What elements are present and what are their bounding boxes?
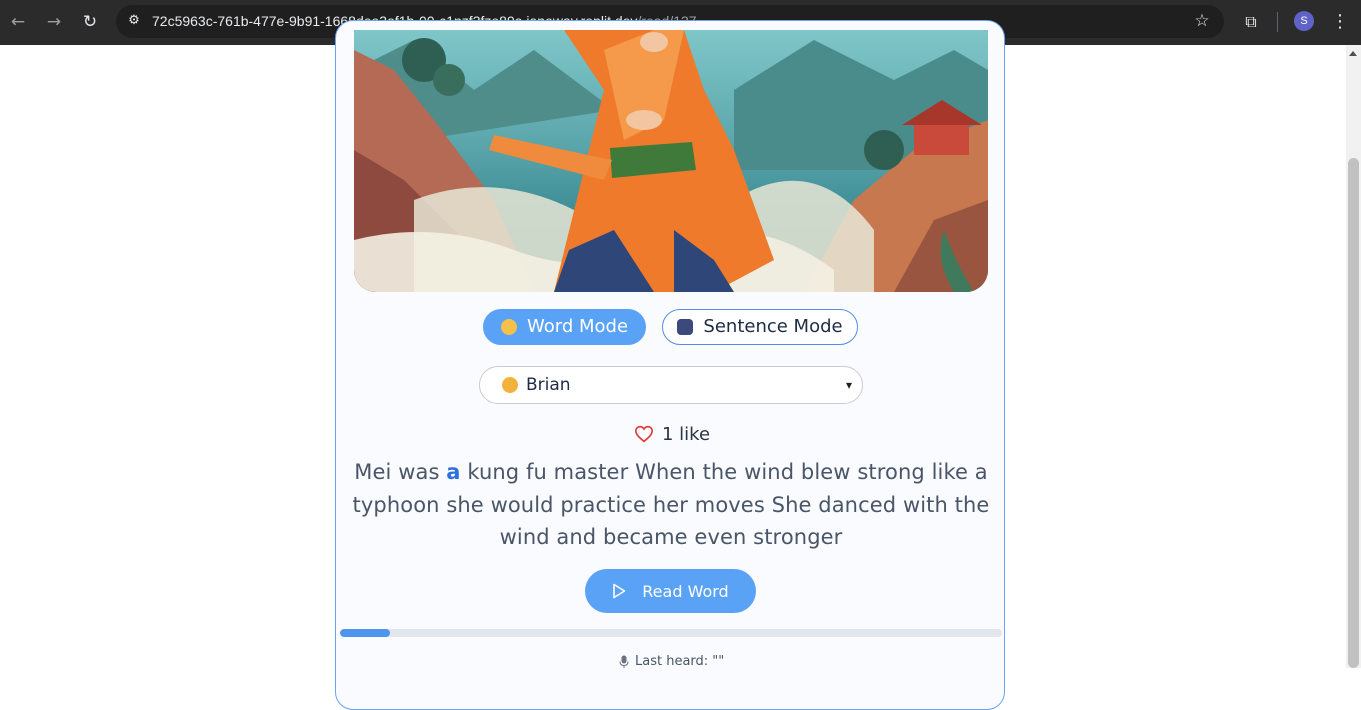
reading-progress-fill bbox=[340, 629, 390, 637]
profile-avatar[interactable]: S bbox=[1294, 11, 1314, 31]
word-mode-label: Word Mode bbox=[526, 316, 629, 337]
heart-icon[interactable] bbox=[634, 425, 654, 443]
star-icon[interactable]: ☆ bbox=[1192, 11, 1212, 31]
like-row: 1 like bbox=[634, 421, 710, 447]
person-in-suit-icon bbox=[677, 319, 694, 335]
last-heard-text: Last heard: "" bbox=[635, 654, 725, 669]
word-mode-button[interactable]: Word Mode bbox=[483, 309, 646, 345]
current-word[interactable]: a bbox=[446, 460, 460, 484]
scrollbar-thumb[interactable] bbox=[1348, 158, 1359, 668]
person-face-icon bbox=[502, 377, 518, 393]
voice-select[interactable]: Brian ▾ bbox=[479, 366, 863, 404]
chevron-down-icon: ▾ bbox=[845, 378, 852, 392]
voice-select-value: Brian bbox=[526, 375, 571, 395]
kebab-menu-icon[interactable]: ⋮ bbox=[1329, 8, 1351, 36]
reading-progress-bar bbox=[340, 629, 1002, 637]
puzzle-icon[interactable]: ⧉ bbox=[1238, 8, 1264, 36]
page-scrollbar[interactable] bbox=[1346, 45, 1361, 668]
microphone-icon bbox=[619, 655, 629, 668]
like-count: 1 like bbox=[662, 423, 711, 445]
story-illustration-art bbox=[354, 30, 988, 292]
story-illustration bbox=[354, 30, 988, 292]
reload-icon[interactable]: ↻ bbox=[76, 8, 104, 36]
play-icon bbox=[613, 583, 626, 599]
scroll-up-arrow-icon[interactable] bbox=[1349, 51, 1357, 56]
last-heard-status: Last heard: "" bbox=[619, 652, 724, 672]
read-word-label: Read Word bbox=[642, 581, 729, 601]
story-text-before: Mei was bbox=[354, 460, 447, 484]
read-word-button[interactable]: Read Word bbox=[585, 569, 756, 613]
back-arrow-icon[interactable]: ← bbox=[4, 8, 32, 36]
site-info-icon[interactable]: ⚙ bbox=[124, 11, 144, 31]
child-face-icon bbox=[500, 319, 517, 335]
toolbar-divider bbox=[1277, 12, 1278, 32]
forward-arrow-icon[interactable]: → bbox=[40, 8, 68, 36]
sentence-mode-label: Sentence Mode bbox=[703, 316, 843, 337]
story-text: Mei was a kung fu master When the wind b… bbox=[340, 456, 1002, 554]
sentence-mode-button[interactable]: Sentence Mode bbox=[662, 309, 858, 345]
